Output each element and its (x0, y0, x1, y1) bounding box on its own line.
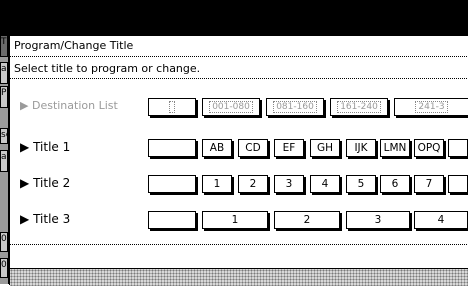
side-tab-1[interactable]: T (0, 35, 8, 57)
button-label: 7 (425, 178, 433, 190)
side-tab-7[interactable]: 0 (0, 258, 8, 278)
side-tab-label: ar (1, 152, 7, 162)
side-tab-label: se (1, 130, 7, 140)
arrow-right-icon: ▶ (20, 140, 30, 154)
destination-list-label: ▶ Destination List (20, 99, 118, 112)
button-label: 081-160 (273, 101, 317, 113)
button-label: IJK (354, 142, 368, 154)
button-label: 3 (285, 178, 293, 190)
title-2-blank-button[interactable] (148, 175, 196, 193)
title-1-blank-button[interactable] (148, 139, 196, 157)
row-label-text: Destination List (31, 99, 118, 112)
destination-range-button-1[interactable]: 001-080 (202, 98, 260, 116)
content-bottom-separator (10, 244, 468, 245)
button-label: 1 (231, 214, 239, 226)
title-1-button-gh[interactable]: GH (310, 139, 340, 157)
title-3-label: ▶ Title 3 (20, 212, 70, 226)
button-label: 4 (437, 214, 445, 226)
title-separator (10, 56, 468, 57)
button-label: 5 (357, 178, 365, 190)
title-2-label: ▶ Title 2 (20, 176, 70, 190)
title-1-button-ef[interactable]: EF (274, 139, 304, 157)
destination-range-button-2[interactable]: 081-160 (266, 98, 324, 116)
title-2-button-6[interactable]: 6 (380, 175, 410, 193)
top-black-bar (0, 0, 468, 35)
title-2-button-7[interactable]: 7 (414, 175, 444, 193)
button-label: OPQ (417, 142, 441, 154)
title-3-button-1[interactable]: 1 (202, 211, 268, 229)
button-label: LMN (383, 142, 407, 154)
title-3-button-4[interactable]: 4 (414, 211, 468, 229)
button-label: 4 (321, 178, 329, 190)
button-label: AB (209, 142, 225, 154)
side-tab-4[interactable]: se (0, 128, 8, 144)
button-label: GH (316, 142, 334, 154)
side-tab-5[interactable]: ar (0, 150, 8, 172)
arrow-right-icon: ▶ (20, 212, 30, 226)
button-label: 2 (249, 178, 257, 190)
button-label: 241-3 (415, 101, 448, 113)
side-tab-label: T (1, 37, 7, 47)
program-change-title-panel: Program/Change Title Select title to pro… (9, 35, 468, 286)
title-1-button-ijk[interactable]: IJK (346, 139, 376, 157)
destination-blank-button[interactable] (148, 98, 196, 116)
title-3-button-3[interactable]: 3 (346, 211, 410, 229)
side-tab-label: P (1, 88, 7, 98)
row-label-text: Title 1 (33, 140, 71, 154)
side-tab-label: 0 (1, 234, 7, 244)
title-1-button-lmn[interactable]: LMN (380, 139, 410, 157)
title-3-button-2[interactable]: 2 (274, 211, 340, 229)
title-1-label: ▶ Title 1 (20, 140, 70, 154)
button-label: 6 (391, 178, 399, 190)
button-label: 3 (374, 214, 382, 226)
button-label: 001-080 (209, 101, 253, 113)
button-label: 1 (213, 178, 221, 190)
side-tab-label: 0 (1, 260, 7, 270)
arrow-right-icon: ▶ (20, 176, 30, 190)
title-2-button-4[interactable]: 4 (310, 175, 340, 193)
arrow-right-icon: ▶ (20, 99, 29, 112)
button-label: 161-240 (337, 101, 381, 113)
destination-range-button-3[interactable]: 161-240 (330, 98, 388, 116)
button-label: CD (245, 142, 261, 154)
title-2-button-2[interactable]: 2 (238, 175, 268, 193)
title-2-button-1[interactable]: 1 (202, 175, 232, 193)
side-tab-label: au (1, 64, 7, 74)
title-1-button-opq[interactable]: OPQ (414, 139, 444, 157)
destination-range-button-4[interactable]: 241-3 (394, 98, 468, 116)
side-tab-2[interactable]: au (0, 62, 8, 84)
bottom-status-area (10, 268, 468, 286)
row-label-text: Title 3 (33, 212, 71, 226)
title-2-button-5[interactable]: 5 (346, 175, 376, 193)
instruction-separator (10, 78, 468, 79)
side-tab-6[interactable]: 0 (0, 232, 8, 252)
title-1-button-cd[interactable]: CD (238, 139, 268, 157)
title-3-blank-button[interactable] (148, 211, 196, 229)
row-label-text: Title 2 (33, 176, 71, 190)
title-2-button-3[interactable]: 3 (274, 175, 304, 193)
button-label: EF (282, 142, 296, 154)
side-tab-3[interactable]: P (0, 86, 8, 108)
title-2-button-next[interactable] (448, 175, 468, 193)
title-1-button-ab[interactable]: AB (202, 139, 232, 157)
button-label: 2 (303, 214, 311, 226)
instruction-text: Select title to program or change. (14, 62, 201, 75)
title-1-button-next[interactable] (448, 139, 468, 157)
button-label (169, 101, 175, 113)
window-title: Program/Change Title (14, 39, 134, 52)
